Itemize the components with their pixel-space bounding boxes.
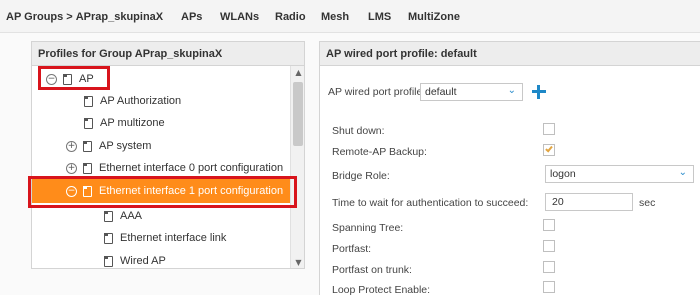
shutdown-checkbox[interactable] xyxy=(543,123,555,135)
profiles-panel: Profiles for Group APrap_skupinaX − AP A… xyxy=(31,41,305,269)
spanning-tree-checkbox[interactable] xyxy=(543,219,555,231)
document-icon xyxy=(63,73,72,85)
profile-select-value: default xyxy=(425,86,457,98)
shutdown-label: Shut down: xyxy=(332,125,385,137)
tree-item-ethernet-interface-0[interactable]: + Ethernet interface 0 port configuratio… xyxy=(32,157,290,179)
tab-radio[interactable]: Radio xyxy=(275,11,306,23)
breadcrumb-separator: > xyxy=(66,11,73,23)
minus-circle-icon[interactable]: − xyxy=(46,73,57,85)
tree-item-ap-authorization[interactable]: AP Authorization xyxy=(32,90,290,112)
document-icon xyxy=(84,95,93,107)
chevron-down-icon: ⌄ xyxy=(678,167,687,178)
breadcrumb-root[interactable]: AP Groups xyxy=(6,11,63,23)
document-icon xyxy=(104,232,113,244)
tree-item-label: AP xyxy=(79,73,94,85)
profile-select-label: AP wired port profile: xyxy=(328,86,426,98)
loop-protect-label: Loop Protect Enable: xyxy=(332,284,431,295)
auth-wait-unit: sec xyxy=(639,197,656,209)
top-nav-bar: AP Groups > APrap_skupinaX APs WLANs Radio… xyxy=(0,0,700,33)
tree-item-ethernet-interface-link[interactable]: Ethernet interface link xyxy=(32,227,290,249)
profiles-tree: − AP AP Authorization AP multizone + AP … xyxy=(32,66,290,268)
add-profile-button[interactable] xyxy=(531,84,547,100)
tab-multizone[interactable]: MultiZone xyxy=(408,11,460,23)
tree-item-ap-system[interactable]: + AP system xyxy=(32,135,290,157)
tab-mesh[interactable]: Mesh xyxy=(321,11,349,23)
profile-select[interactable]: default ⌄ xyxy=(420,83,523,101)
tree-item-ethernet-interface-1[interactable]: − Ethernet interface 1 port configuratio… xyxy=(32,179,290,203)
scroll-down-arrow-icon[interactable]: ▼ xyxy=(291,256,304,268)
detail-panel-title: AP wired port profile: default xyxy=(320,42,700,66)
chevron-down-icon: ⌄ xyxy=(507,85,516,96)
profiles-panel-title: Profiles for Group APrap_skupinaX xyxy=(32,42,304,66)
portfast-checkbox[interactable] xyxy=(543,240,555,252)
auth-wait-input[interactable]: 20 xyxy=(545,193,633,211)
document-icon xyxy=(104,210,113,222)
remote-ap-backup-label: Remote-AP Backup: xyxy=(332,146,427,158)
breadcrumb: AP Groups > APrap_skupinaX xyxy=(6,11,163,23)
plus-circle-icon[interactable]: + xyxy=(66,162,77,174)
tree-item-ap[interactable]: − AP xyxy=(32,68,290,90)
remote-ap-backup-checkbox[interactable] xyxy=(543,144,555,156)
checkmark-icon xyxy=(545,144,553,153)
bridge-role-select[interactable]: logon ⌄ xyxy=(545,165,694,183)
tab-lms[interactable]: LMS xyxy=(368,11,391,23)
spanning-tree-label: Spanning Tree: xyxy=(332,222,404,234)
tree-item-label: Ethernet interface 1 port configuration xyxy=(99,185,284,197)
tree-item-wired-ap[interactable]: Wired AP xyxy=(32,250,290,268)
tree-item-label: Ethernet interface 0 port configuration xyxy=(99,162,284,174)
document-icon xyxy=(84,117,93,129)
tree-item-label: AP system xyxy=(99,140,152,152)
tree-scrollbar[interactable]: ▲ ▼ xyxy=(290,66,304,268)
document-icon xyxy=(83,162,92,174)
portfast-label: Portfast: xyxy=(332,243,372,255)
tree-item-label: Wired AP xyxy=(120,255,166,267)
tree-item-label: AAA xyxy=(120,210,143,222)
breadcrumb-current: APrap_skupinaX xyxy=(75,11,164,23)
auth-wait-label: Time to wait for authentication to succe… xyxy=(332,197,529,209)
portfast-trunk-checkbox[interactable] xyxy=(543,261,555,273)
tree-item-label: Ethernet interface link xyxy=(120,232,227,244)
minus-circle-icon[interactable]: − xyxy=(66,185,77,197)
tab-wlans[interactable]: WLANs xyxy=(220,11,259,23)
tree-item-label: AP Authorization xyxy=(100,95,182,107)
tree-item-label: AP multizone xyxy=(100,117,165,129)
tree-item-ap-multizone[interactable]: AP multizone xyxy=(32,112,290,134)
scrollbar-thumb[interactable] xyxy=(293,82,303,146)
loop-protect-checkbox[interactable] xyxy=(543,281,555,293)
document-icon xyxy=(104,255,113,267)
tree-item-aaa[interactable]: AAA xyxy=(32,205,290,227)
portfast-trunk-label: Portfast on trunk: xyxy=(332,264,412,276)
bridge-role-value: logon xyxy=(550,168,576,180)
plus-circle-icon[interactable]: + xyxy=(66,140,77,152)
document-icon xyxy=(83,140,92,152)
tab-aps[interactable]: APs xyxy=(181,11,202,23)
bridge-role-label: Bridge Role: xyxy=(332,170,390,182)
scroll-up-arrow-icon[interactable]: ▲ xyxy=(291,66,304,80)
document-icon xyxy=(83,185,92,197)
